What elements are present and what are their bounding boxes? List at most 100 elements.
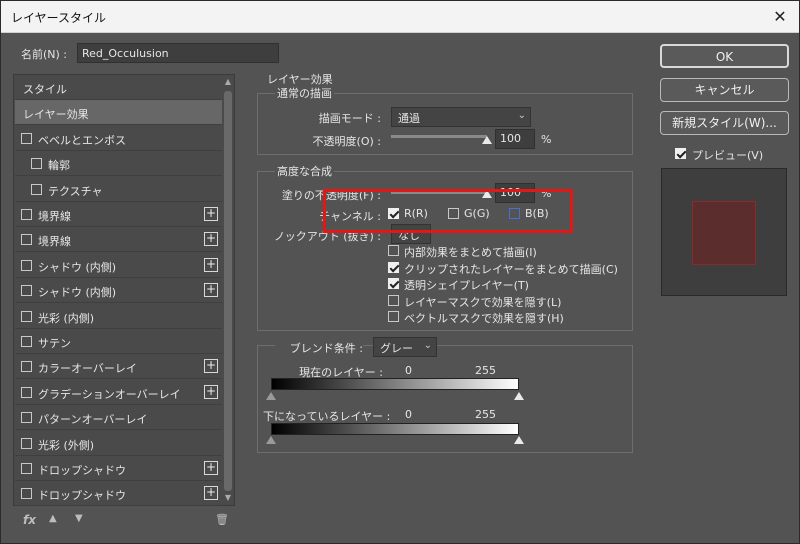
window-title: レイヤースタイル [11, 11, 107, 25]
blend-if-value: グレー [380, 342, 413, 355]
style-list-item[interactable]: ドロップシャドウ + [15, 456, 222, 481]
style-list-item[interactable]: シャドウ (内側) + [15, 278, 222, 304]
channel-r-checkbox[interactable] [388, 208, 399, 219]
preview-checkbox[interactable] [675, 148, 686, 159]
ok-button[interactable]: OK [660, 44, 789, 68]
style-list-item[interactable]: 光彩 (外側) [15, 431, 222, 456]
style-item-label: 光彩 (内側) [38, 311, 95, 325]
fill-opacity-slider-track[interactable] [391, 191, 487, 194]
advanced-option-checkbox[interactable] [388, 261, 399, 273]
advanced-option-checkbox[interactable] [388, 294, 399, 306]
move-down-icon[interactable]: ▼ [75, 513, 83, 524]
style-list-item[interactable]: シャドウ (内側) + [15, 253, 222, 278]
this-layer-white-knob[interactable] [514, 392, 524, 400]
style-list-item[interactable]: サテン [15, 329, 222, 354]
style-item-checkbox[interactable] [21, 463, 32, 474]
underlying-black-knob[interactable] [266, 436, 276, 444]
add-effect-icon[interactable]: + [204, 283, 218, 298]
style-list-item[interactable]: レイヤー効果 [15, 100, 222, 126]
trash-icon[interactable]: 🗑 [215, 513, 229, 526]
chevron-down-icon: ⌄ [423, 340, 432, 351]
style-item-label: 光彩 (外側) [38, 438, 95, 452]
blend-mode-select[interactable]: 通過 ⌄ [391, 107, 531, 127]
style-item-checkbox[interactable] [21, 310, 32, 322]
style-item-checkbox[interactable] [21, 209, 32, 220]
add-effect-icon[interactable]: + [204, 384, 218, 399]
move-up-icon[interactable]: ▲ [49, 513, 57, 524]
underlying-min: 0 [405, 408, 412, 421]
style-list-item[interactable]: ドロップシャドウ + [15, 481, 222, 507]
style-item-checkbox[interactable] [31, 183, 42, 195]
style-item-label: レイヤー効果 [23, 108, 89, 122]
style-item-checkbox[interactable] [21, 132, 32, 144]
style-item-checkbox[interactable] [21, 234, 32, 246]
style-list-item[interactable]: ベベルとエンボス [15, 126, 222, 151]
style-list-scrollbar[interactable]: ▲ ▼ [222, 75, 234, 505]
scroll-thumb[interactable] [224, 91, 232, 491]
name-input[interactable] [77, 43, 279, 63]
style-item-label: ベベルとエンボス [38, 133, 126, 147]
blend-mode-value: 通過 [398, 112, 420, 125]
advanced-option-checkbox[interactable] [388, 278, 399, 289]
add-effect-icon[interactable]: + [204, 207, 218, 221]
style-list-item[interactable]: スタイル [15, 75, 222, 100]
underlying-layer-label: 下になっているレイヤー : [263, 410, 391, 423]
style-list-item[interactable]: 輪郭 [15, 151, 222, 177]
add-effect-icon[interactable]: + [204, 232, 218, 247]
blend-mode-label: 描画モード : [318, 112, 381, 125]
fx-icon[interactable]: fx [23, 513, 36, 527]
style-list: スタイル レイヤー効果 ベベルとエンボス 輪郭 テクスチャ 境界線 + 境界線 + シャドウ (内… [13, 74, 235, 507]
add-effect-icon[interactable]: + [204, 359, 218, 374]
opacity-slider-track[interactable] [391, 135, 487, 138]
channel-g-checkbox[interactable] [448, 208, 459, 219]
add-effect-icon[interactable]: + [204, 257, 218, 272]
knockout-select[interactable]: なし [391, 224, 431, 244]
style-item-checkbox[interactable] [21, 412, 32, 424]
advanced-option-label: 内部効果をまとめて描画(I) [404, 246, 537, 259]
style-list-item[interactable]: 境界線 + [15, 227, 222, 253]
add-effect-icon[interactable]: + [204, 486, 218, 501]
style-list-item[interactable]: テクスチャ [15, 177, 222, 202]
underlying-gradient [271, 423, 519, 435]
close-icon[interactable]: ✕ [767, 4, 793, 30]
opacity-input[interactable]: 100 [495, 129, 535, 149]
style-item-checkbox[interactable] [21, 259, 32, 271]
style-item-checkbox[interactable] [21, 336, 32, 347]
style-item-checkbox[interactable] [21, 361, 32, 373]
blend-if-select[interactable]: グレー ⌄ [373, 337, 437, 357]
underlying-white-knob[interactable] [514, 436, 524, 444]
this-layer-black-knob[interactable] [266, 392, 276, 400]
style-list-item[interactable]: 光彩 (内側) [15, 304, 222, 329]
style-list-item[interactable]: グラデーションオーバーレイ + [15, 380, 222, 405]
fill-opacity-input[interactable]: 100 [495, 183, 535, 203]
add-effect-icon[interactable]: + [204, 461, 218, 475]
opacity-slider-knob[interactable] [482, 136, 492, 144]
style-list-item[interactable]: カラーオーバーレイ + [15, 354, 222, 380]
style-item-checkbox[interactable] [21, 285, 32, 297]
channel-r-label: R(R) [404, 207, 428, 220]
style-item-checkbox[interactable] [21, 488, 32, 500]
channel-b-checkbox[interactable] [509, 208, 520, 219]
scroll-down-icon[interactable]: ▼ [222, 493, 234, 502]
style-item-checkbox[interactable] [21, 386, 32, 398]
style-item-label: スタイル [23, 83, 67, 96]
scroll-up-icon[interactable]: ▲ [222, 77, 234, 86]
fill-opacity-label: 塗りの不透明度(F) : [281, 189, 381, 202]
style-item-checkbox[interactable] [21, 437, 32, 449]
advanced-option-checkbox[interactable] [388, 311, 399, 322]
style-item-checkbox[interactable] [31, 158, 42, 170]
blend-if-label: ブレンド条件 : [275, 340, 363, 356]
style-list-item[interactable]: パターンオーバーレイ [15, 405, 222, 431]
style-item-label: 輪郭 [48, 159, 70, 173]
advanced-option-checkbox[interactable] [388, 245, 399, 256]
style-item-label: カラーオーバーレイ [38, 362, 137, 376]
new-style-button[interactable]: 新規スタイル(W)... [660, 111, 789, 135]
cancel-button[interactable]: キャンセル [660, 78, 789, 102]
style-list-item[interactable]: 境界線 + [15, 202, 222, 227]
blend-if-group [257, 345, 633, 453]
fill-opacity-slider-knob[interactable] [482, 190, 492, 198]
knockout-value: なし [398, 229, 420, 242]
style-item-label: 境界線 [38, 235, 71, 249]
opacity-label: 不透明度(O) : [312, 135, 381, 148]
this-layer-min: 0 [405, 364, 412, 377]
